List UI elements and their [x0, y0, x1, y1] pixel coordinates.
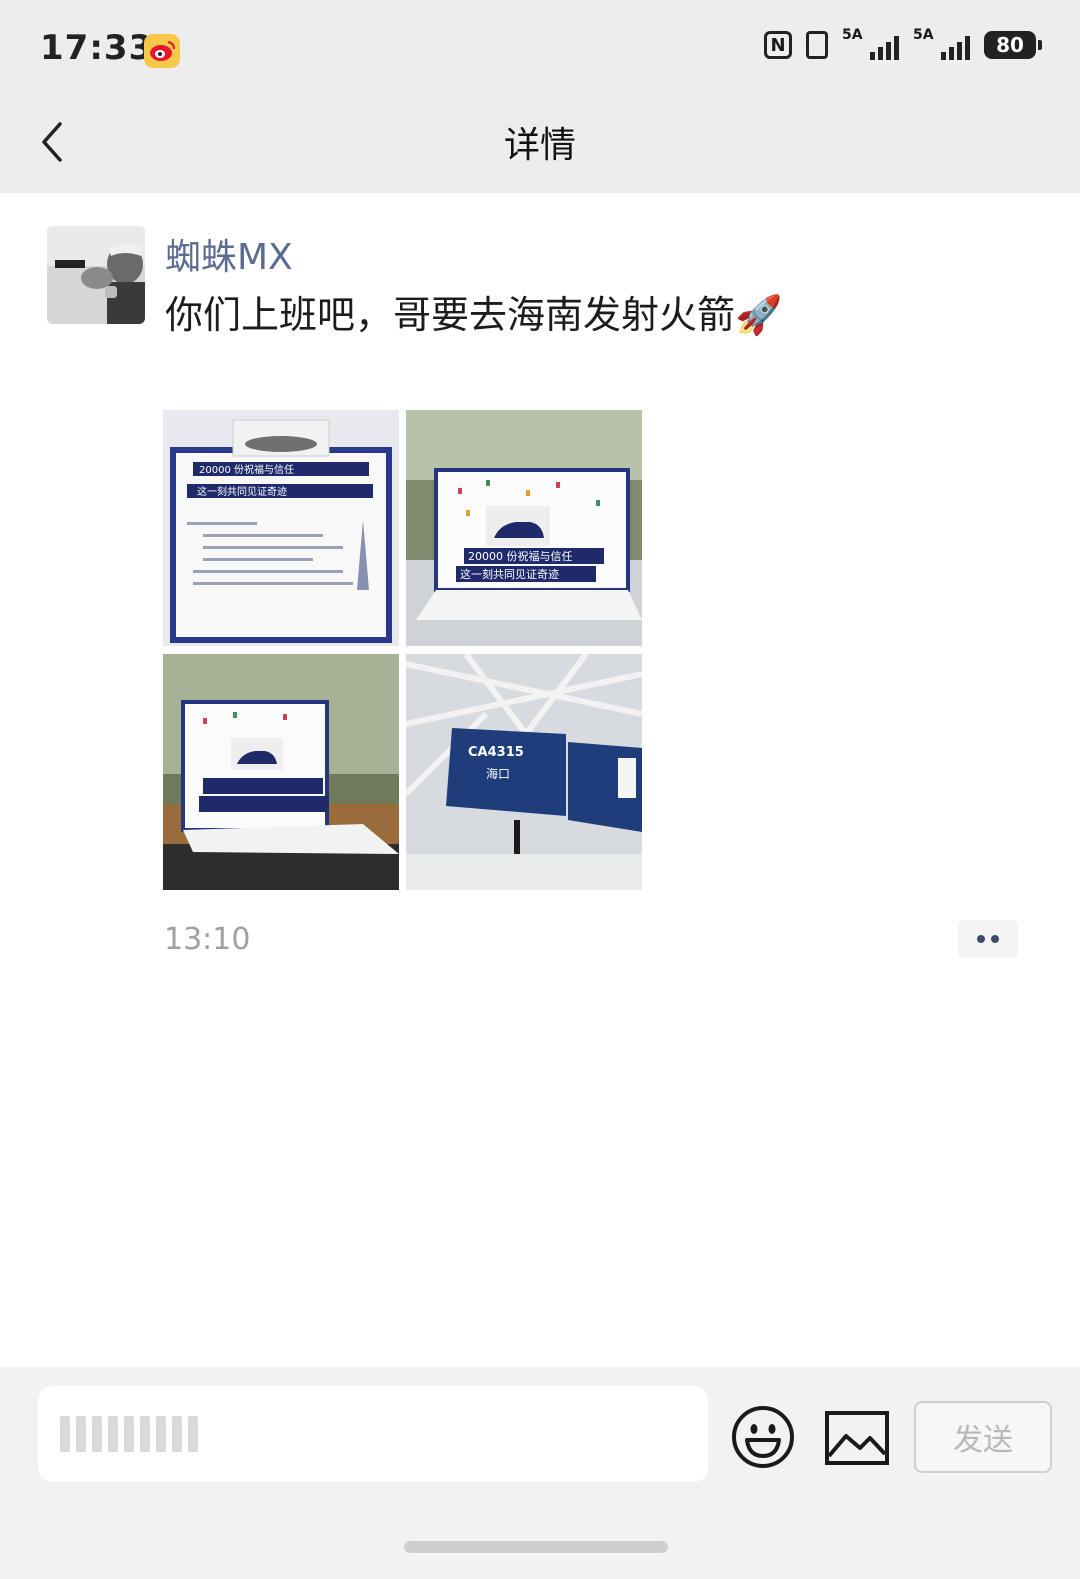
status-time: 17:33 [40, 28, 154, 68]
input-placeholder-blurred [60, 1416, 198, 1452]
pop-up-card-car-outdoor-image[interactable]: 20000 份祝福与信任 这一刻共同见证奇迹 [406, 410, 642, 646]
emoji-icon [732, 1406, 794, 1468]
emoji-button[interactable] [730, 1404, 796, 1470]
card-line-1-b: 20000 份祝福与信任 [468, 549, 573, 563]
page-title: 详情 [503, 125, 576, 166]
signal-icon-2: 5A [913, 27, 970, 60]
airport-flight-board-image[interactable]: CA4315 海口 [406, 654, 642, 890]
card-line-2-b: 这一刻共同见证奇迹 [460, 567, 559, 581]
signal-label-2: 5A [913, 27, 934, 43]
post-text: 你们上班吧，哥要去海南发射火箭🚀 [165, 293, 783, 337]
more-button[interactable] [958, 920, 1018, 958]
signal-label: 5A [842, 27, 863, 43]
image-grid: 20000 份祝福与信任 这一刻共同见证奇迹 20000 份祝福与信任 这一刻共… [163, 410, 643, 890]
home-indicator[interactable] [404, 1541, 668, 1553]
pop-up-card-letter-image[interactable]: 20000 份祝福与信任 这一刻共同见证奇迹 [163, 410, 399, 646]
weibo-icon [144, 34, 180, 68]
nfc-icon: N [764, 31, 792, 59]
image-button[interactable] [824, 1410, 890, 1466]
vibrate-icon [806, 31, 828, 59]
username[interactable]: 蜘蛛MX [165, 228, 293, 280]
signal-icon: 5A [842, 27, 899, 60]
card-line-2: 这一刻共同见证奇迹 [197, 485, 287, 498]
dot-icon [977, 935, 985, 943]
card-line-1: 20000 份祝福与信任 [199, 463, 294, 476]
flight-destination: 海口 [486, 766, 510, 781]
send-button[interactable]: 发送 [914, 1401, 1052, 1473]
battery-icon: 80 [984, 31, 1042, 59]
avatar[interactable] [47, 226, 145, 324]
post-time: 13:10 [164, 922, 251, 957]
image-icon [825, 1411, 889, 1465]
pop-up-card-car-window-image[interactable] [163, 654, 399, 890]
status-icons: N 5A 5A 80 [764, 27, 1042, 60]
comment-input[interactable] [38, 1386, 708, 1482]
dot-icon [991, 935, 999, 943]
flight-number: CA4315 [468, 745, 524, 760]
